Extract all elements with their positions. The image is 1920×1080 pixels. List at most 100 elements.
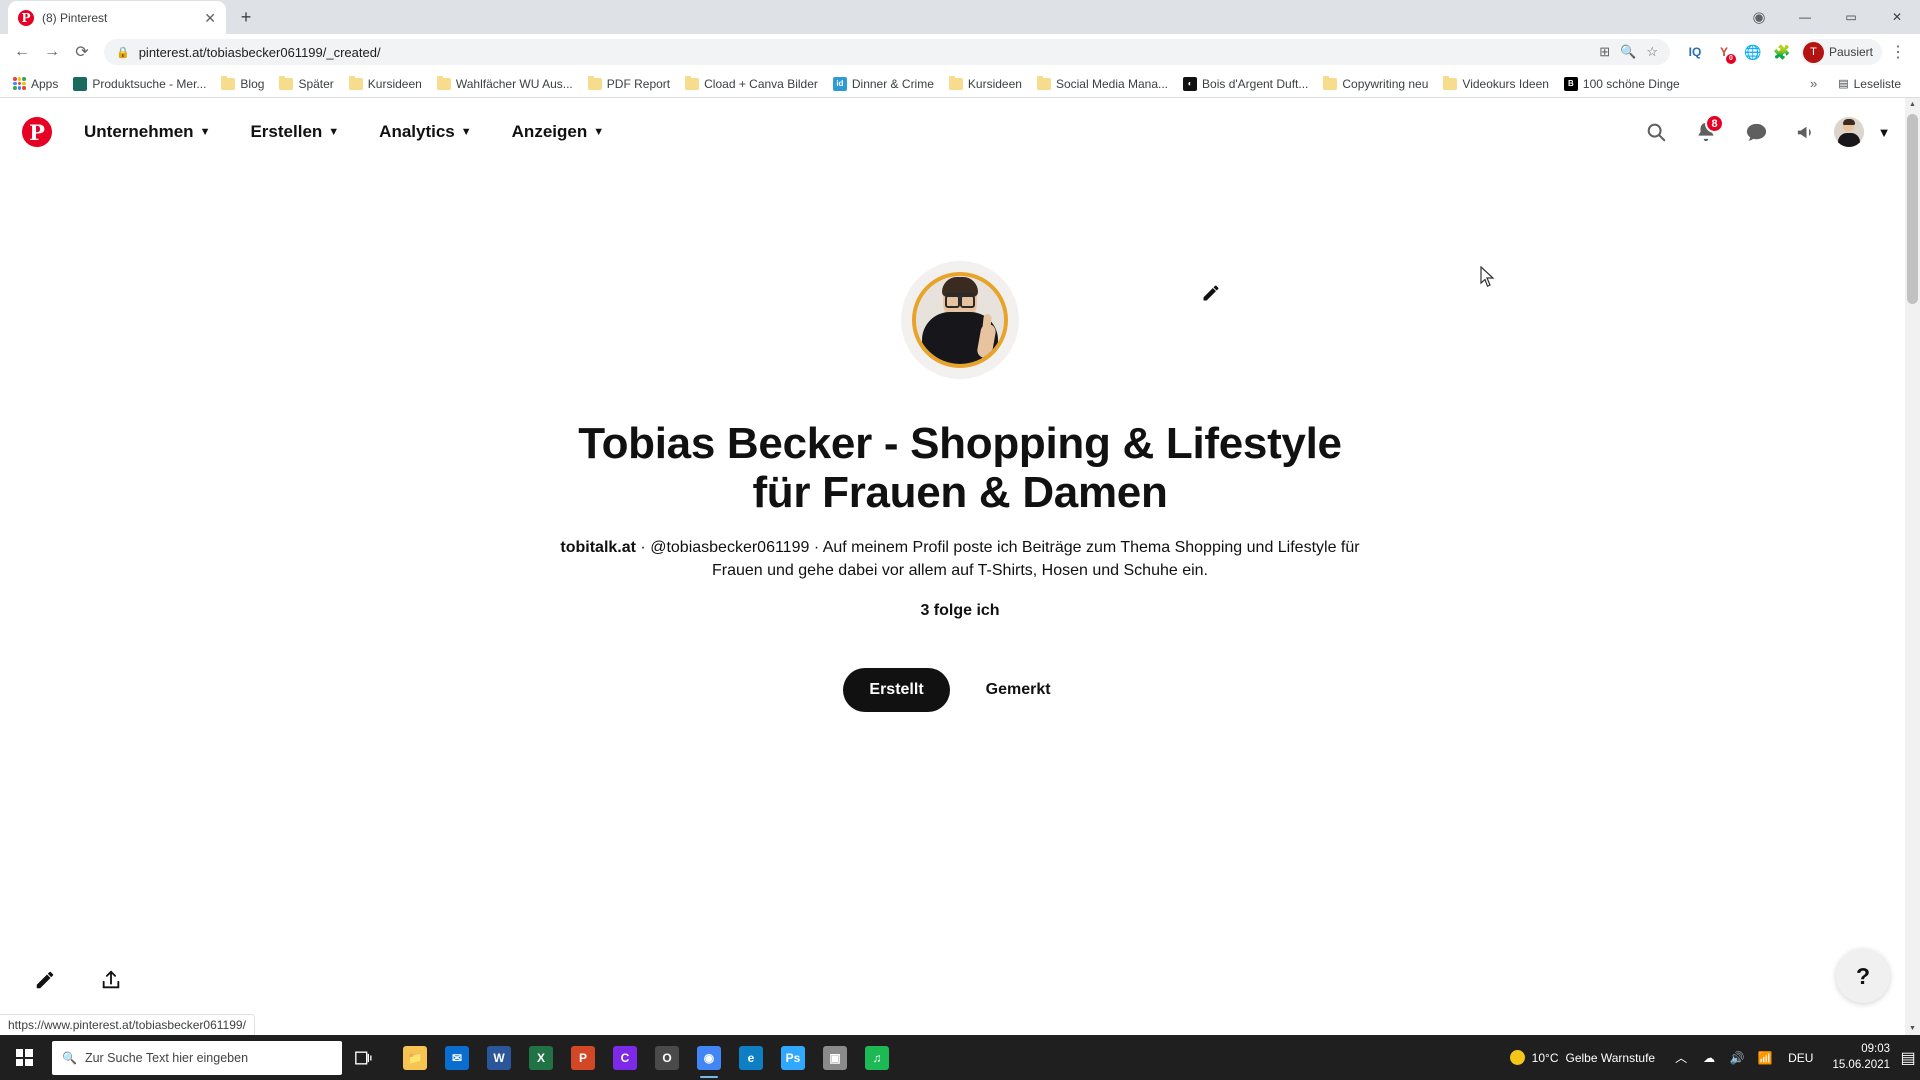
bookmark-item[interactable]: Produktsuche - Mer...: [66, 74, 213, 94]
star-icon[interactable]: ☆: [1646, 44, 1658, 60]
minimize-icon[interactable]: —: [1782, 0, 1828, 34]
action-center-icon[interactable]: ▤: [1900, 1035, 1916, 1080]
taskbar-app-photos[interactable]: ▣: [814, 1035, 856, 1080]
taskbar-search-input[interactable]: 🔍 Zur Suche Text hier eingeben: [52, 1040, 342, 1075]
taskbar-app-browser-opera[interactable]: O: [646, 1035, 688, 1080]
bookmark-item[interactable]: Blog: [214, 74, 271, 94]
reading-list-button[interactable]: ▤ Leseliste: [1831, 74, 1908, 94]
browser-tab[interactable]: P (8) Pinterest ✕: [8, 1, 226, 34]
taskbar-app-chrome[interactable]: ◉: [688, 1035, 730, 1080]
bookmark-label: Kursideen: [367, 76, 422, 91]
network-icon[interactable]: 📶: [1751, 1035, 1779, 1080]
nav-item-unternehmen[interactable]: Unternehmen ▼: [70, 114, 224, 150]
bookmarks-overflow-button[interactable]: »: [1802, 73, 1825, 94]
profile-tabs: Erstellt Gemerkt: [843, 667, 1077, 712]
help-button[interactable]: ?: [1836, 949, 1890, 1003]
clock[interactable]: 09:03 15.06.2021: [1822, 1042, 1900, 1073]
bookmark-item[interactable]: id Dinner & Crime: [826, 74, 941, 94]
language-indicator[interactable]: DEU: [1779, 1051, 1822, 1065]
bookmark-item[interactable]: Wahlfächer WU Aus...: [430, 74, 580, 94]
puzzle-extension-icon[interactable]: 🧩: [1769, 39, 1795, 65]
edit-profile-icon[interactable]: [34, 969, 56, 997]
folder-icon: [436, 75, 451, 90]
megaphone-alerts-icon[interactable]: [1784, 110, 1828, 154]
new-tab-button[interactable]: +: [232, 3, 260, 31]
user-avatar[interactable]: [1834, 117, 1864, 147]
tab-erstellt[interactable]: Erstellt: [843, 667, 950, 712]
pinterest-logo-icon[interactable]: 𝐏: [22, 117, 52, 147]
taskbar-app-excel[interactable]: X: [520, 1035, 562, 1080]
chrome-profile-button[interactable]: T Pausiert: [1800, 39, 1882, 65]
onedrive-cloud-icon[interactable]: ☁: [1695, 1035, 1723, 1080]
share-profile-icon[interactable]: [100, 969, 122, 997]
nav-item-erstellen[interactable]: Erstellen ▼: [236, 114, 353, 150]
record-icon[interactable]: ◉: [1736, 0, 1782, 34]
close-window-icon[interactable]: ✕: [1874, 0, 1920, 34]
scroll-up-icon[interactable]: ▲: [1909, 101, 1916, 108]
show-hidden-icons-icon[interactable]: ︿: [1667, 1035, 1695, 1080]
vertical-scrollbar[interactable]: ▲ ▼: [1905, 98, 1920, 1035]
nav-label: Analytics: [379, 122, 455, 141]
weather-widget[interactable]: 10°C Gelbe Warnstufe: [1498, 1050, 1667, 1065]
close-icon[interactable]: ✕: [204, 11, 216, 25]
maximize-icon[interactable]: ▭: [1828, 0, 1874, 34]
folder-icon: [279, 75, 294, 90]
install-app-icon[interactable]: ⊞: [1599, 44, 1610, 60]
globe-extension-icon[interactable]: 🌐: [1740, 39, 1766, 65]
windows-start-icon[interactable]: [0, 1035, 48, 1080]
nav-label: Erstellen: [250, 122, 323, 141]
scroll-down-icon[interactable]: ▼: [1909, 1025, 1916, 1032]
extensions-area: IQ Y 0 🌐 🧩: [1678, 39, 1795, 65]
taskbar-app-file-explorer[interactable]: 📁: [394, 1035, 436, 1080]
profile-left-actions: [34, 969, 122, 997]
iq-extension-icon[interactable]: IQ: [1682, 39, 1708, 65]
bookmark-item[interactable]: B 100 schöne Dinge: [1557, 74, 1687, 94]
bookmark-item[interactable]: PDF Report: [581, 74, 677, 94]
bookmark-item[interactable]: ◐ Bois d'Argent Duft...: [1176, 74, 1315, 94]
taskbar-app-photoshop[interactable]: Ps: [772, 1035, 814, 1080]
bookmark-item[interactable]: Apps: [6, 74, 65, 94]
taskbar-app-canva[interactable]: C: [604, 1035, 646, 1080]
adblock-extension-icon[interactable]: Y 0: [1711, 39, 1737, 65]
lock-icon: 🔒: [116, 46, 130, 59]
forward-arrow-icon[interactable]: →: [38, 38, 66, 66]
tab-gemerkt[interactable]: Gemerkt: [960, 668, 1077, 712]
notifications-bell-icon[interactable]: 8: [1684, 110, 1728, 154]
bookmark-item[interactable]: Social Media Mana...: [1030, 74, 1175, 94]
nav-item-anzeigen[interactable]: Anzeigen ▼: [498, 114, 618, 150]
bookmark-item[interactable]: Cload + Canva Bilder: [678, 74, 825, 94]
spotify-icon: ♫: [865, 1045, 889, 1070]
taskbar-app-edge[interactable]: e: [730, 1035, 772, 1080]
volume-icon[interactable]: 🔊: [1723, 1035, 1751, 1080]
powerpoint-icon: P: [571, 1045, 595, 1070]
scrollbar-thumb[interactable]: [1907, 114, 1918, 304]
profile-avatar[interactable]: [901, 261, 1019, 379]
bookmark-item[interactable]: Copywriting neu: [1316, 74, 1435, 94]
task-view-icon[interactable]: [342, 1035, 388, 1080]
account-chevron-down-icon[interactable]: ▼: [1870, 110, 1898, 154]
zoom-icon[interactable]: 🔍: [1620, 44, 1636, 60]
bookmark-item[interactable]: Später: [272, 74, 340, 94]
messages-chat-icon[interactable]: [1734, 110, 1778, 154]
taskbar-app-spotify[interactable]: ♫: [856, 1035, 898, 1080]
bookmarks-right: » ▤ Leseliste: [1802, 73, 1914, 94]
folder-icon: [221, 75, 236, 90]
back-arrow-icon[interactable]: ←: [8, 38, 36, 66]
three-dot-menu-icon[interactable]: ⋮: [1884, 38, 1912, 66]
bookmark-item[interactable]: Videokurs Ideen: [1436, 74, 1556, 94]
taskbar-app-mail[interactable]: ✉: [436, 1035, 478, 1080]
bookmark-item[interactable]: Kursideen: [342, 74, 429, 94]
taskbar-app-powerpoint[interactable]: P: [562, 1035, 604, 1080]
browser-window: P (8) Pinterest ✕ + ◉ — ▭ ✕ ← → ⟳ 🔒 pint…: [0, 0, 1920, 1035]
profile-meta: tobitalk.at · @tobiasbecker061199 · Auf …: [545, 536, 1375, 582]
pencil-edit-icon[interactable]: [1201, 283, 1221, 309]
reload-icon[interactable]: ⟳: [68, 38, 96, 66]
address-bar[interactable]: 🔒 pinterest.at/tobiasbecker061199/_creat…: [104, 39, 1670, 65]
following-count[interactable]: 3 folge ich: [920, 602, 999, 620]
profile-website[interactable]: tobitalk.at: [560, 539, 636, 556]
url-text: pinterest.at/tobiasbecker061199/_created…: [138, 44, 381, 60]
search-icon[interactable]: [1634, 110, 1678, 154]
taskbar-app-word[interactable]: W: [478, 1035, 520, 1080]
bookmark-item[interactable]: Kursideen: [942, 74, 1029, 94]
nav-item-analytics[interactable]: Analytics ▼: [365, 114, 485, 150]
